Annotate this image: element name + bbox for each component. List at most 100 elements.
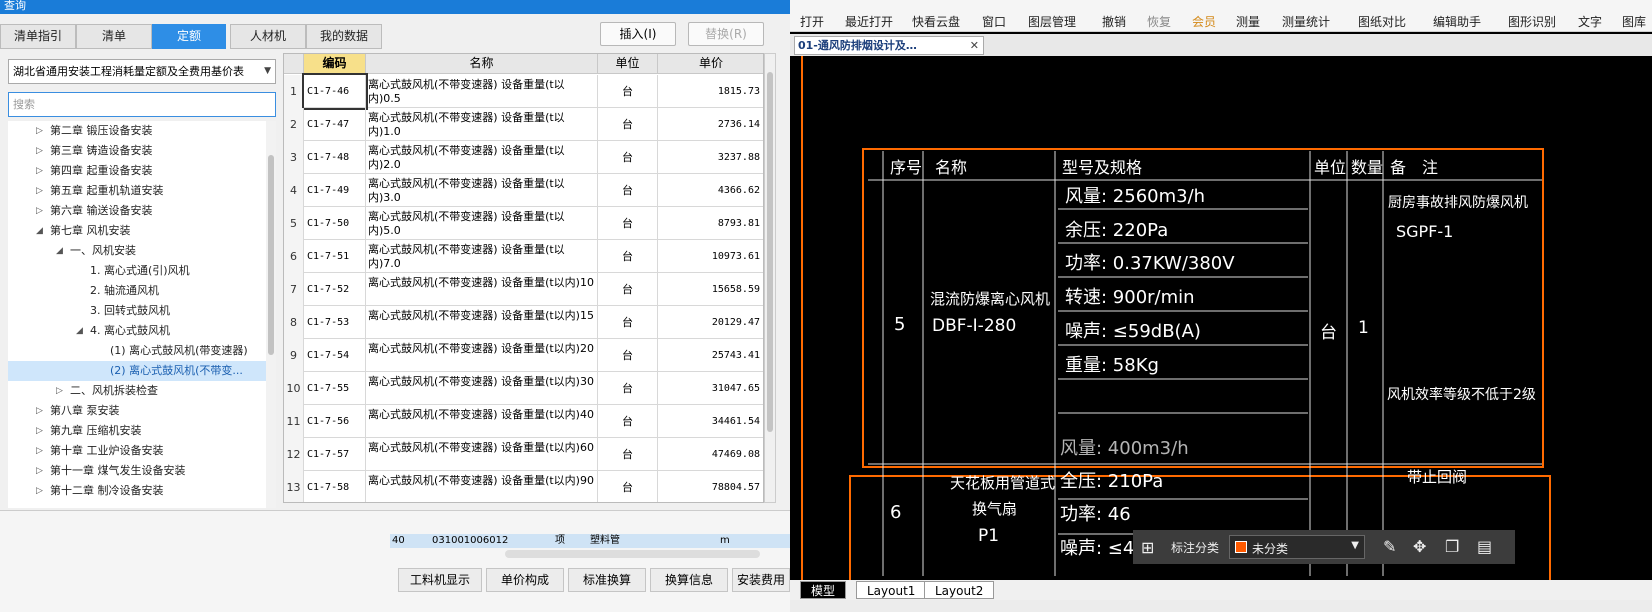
row6-seq: 6	[890, 502, 902, 523]
tab-price-composition[interactable]: 单价构成	[486, 568, 564, 592]
tab-model[interactable]: 模型	[800, 581, 847, 599]
quota-unit: 台	[598, 372, 658, 405]
table-row[interactable]: 10 C1-7-55 离心式鼓风机(不带变速器) 设备重量(t以内)30 台 31047…	[284, 372, 763, 405]
table-row[interactable]: 4 C1-7-49 离心式鼓风机(不带变速器) 设备重量(t以内)3.0 台 4366.…	[284, 174, 763, 207]
quota-unit: 台	[598, 141, 658, 174]
tab-list[interactable]: 清单	[76, 24, 152, 49]
grid-menu-icon[interactable]: ⊞	[1141, 538, 1154, 557]
tree-item-ch3[interactable]: ▷ 第三章 铸造设备安装	[8, 141, 266, 161]
copy-icon[interactable]: ❐	[1445, 537, 1459, 556]
drawing-tab-label: 01-通风防排烟设计及…	[798, 39, 917, 52]
insert-button[interactable]: 插入(I)	[600, 22, 676, 46]
tree-item-ch12[interactable]: ▷ 第十二章 制冷设备安装	[8, 481, 266, 501]
close-icon[interactable]: ✕	[970, 37, 979, 54]
move-icon[interactable]: ✥	[1413, 537, 1426, 556]
paste-icon[interactable]: ▤	[1477, 537, 1492, 556]
drawing-canvas[interactable]: 序号 名称 型号及规格 单位 数量 备 注 5 混流防爆离心风机 DBF-I-2…	[790, 56, 1652, 580]
chevron-right-icon: ▷	[36, 406, 43, 416]
tree-item-with-gearbox[interactable]: (1) 离心式鼓风机(带变速器)	[8, 341, 266, 361]
scroll-thumb[interactable]	[767, 72, 773, 432]
window-button[interactable]: 窗口	[982, 13, 1006, 30]
grid-header-price[interactable]: 单价	[658, 54, 763, 74]
header-name: 名称	[935, 158, 968, 177]
measure-stats-button[interactable]: 测量统计	[1282, 13, 1330, 30]
layers-button[interactable]: 图层管理	[1028, 13, 1076, 30]
tree-item-ch9[interactable]: ▷ 第九章 压缩机安装	[8, 421, 266, 441]
row-measure: m	[720, 535, 730, 546]
drawing-lines	[801, 56, 1551, 580]
tab-standard-conversion[interactable]: 标准换算	[568, 568, 646, 592]
table-row[interactable]: 5 C1-7-50 离心式鼓风机(不带变速器) 设备重量(t以内)5.0 台 8793.…	[284, 207, 763, 240]
vip-button[interactable]: 会员	[1192, 13, 1216, 30]
recent-button[interactable]: 最近打开	[845, 13, 893, 30]
horizontal-scrollbar[interactable]	[505, 550, 760, 558]
library-select[interactable]: 湖北省通用安装工程消耗量定额及全费用基价表 ▼	[8, 59, 276, 84]
tree-scrollbar[interactable]	[266, 121, 276, 508]
quota-code: C1-7-54	[304, 339, 366, 372]
tree-item-ch5[interactable]: ▷ 第五章 起重机轨道安装	[8, 181, 266, 201]
drawing-tab[interactable]: 01-通风防排烟设计及… ✕	[794, 36, 984, 55]
replace-button[interactable]: 替换(R)	[688, 22, 764, 46]
tab-mydata[interactable]: 我的数据	[306, 24, 382, 49]
search-input[interactable]: 搜索	[8, 92, 276, 117]
undo-button[interactable]: 撤销	[1102, 13, 1126, 30]
quota-price: 31047.65	[658, 372, 763, 405]
tree-item-ch11[interactable]: ▷ 第十一章 煤气发生设备安装	[8, 461, 266, 481]
open-button[interactable]: 打开	[800, 13, 824, 30]
tree-item-centrifugal-blower[interactable]: ◢ 4. 离心式鼓风机	[8, 321, 266, 341]
table-row[interactable]: 3 C1-7-48 离心式鼓风机(不带变速器) 设备重量(t以内)2.0 台 3237.…	[284, 141, 763, 174]
tree-item-ch6[interactable]: ▷ 第六章 输送设备安装	[8, 201, 266, 221]
redo-button[interactable]: 恢复	[1147, 13, 1171, 30]
library-button[interactable]: 图库	[1622, 13, 1646, 30]
edit-helper-button[interactable]: 编辑助手	[1433, 13, 1481, 30]
table-row[interactable]: 13 C1-7-58 离心式鼓风机(不带变速器) 设备重量(t以内)90 台 78804…	[284, 471, 763, 502]
table-row[interactable]: 6 C1-7-51 离心式鼓风机(不带变速器) 设备重量(t以内)7.0 台 10973…	[284, 240, 763, 273]
quota-unit: 台	[598, 75, 658, 108]
table-row[interactable]: 2 C1-7-47 离心式鼓风机(不带变速器) 设备重量(t以内)1.0 台 2736.…	[284, 108, 763, 141]
tree-item-label: 第七章 风机安装	[50, 224, 131, 237]
tree-item-ch8[interactable]: ▷ 第八章 泵安装	[8, 401, 266, 421]
edit-icon[interactable]: ✎	[1383, 537, 1396, 556]
tree-item-ch10[interactable]: ▷ 第十章 工业炉设备安装	[8, 441, 266, 461]
lower-panel	[0, 510, 790, 612]
quota-code: C1-7-51	[304, 240, 366, 273]
compare-button[interactable]: 图纸对比	[1358, 13, 1406, 30]
tab-quota[interactable]: 定额	[152, 24, 226, 49]
tree-item-ch4[interactable]: ▷ 第四章 起重设备安装	[8, 161, 266, 181]
recognize-button[interactable]: 图形识别	[1508, 13, 1556, 30]
grid-header-name[interactable]: 名称	[366, 54, 598, 74]
row5-spec-noise: 噪声: ≤59dB(A)	[1065, 321, 1201, 342]
tree-item-ch7[interactable]: ◢ 第七章 风机安装	[8, 221, 266, 241]
tree-item-ch2[interactable]: ▷ 第二章 锻压设备安装	[8, 121, 266, 141]
tree-item-fan-install[interactable]: ◢ 一、风机安装	[8, 241, 266, 261]
grid-header-code[interactable]: 编码	[304, 54, 366, 74]
table-row[interactable]: 8 C1-7-53 离心式鼓风机(不带变速器) 设备重量(t以内)15 台 20129.…	[284, 306, 763, 339]
measure-button[interactable]: 测量	[1236, 13, 1260, 30]
table-row[interactable]: 1 C1-7-46 离心式鼓风机(不带变速器) 设备重量(t以内)0.5 台 1815.…	[284, 73, 763, 110]
quota-name: 离心式鼓风机(不带变速器) 设备重量(t以内)15	[366, 306, 598, 339]
tab-layout1[interactable]: Layout1	[856, 581, 927, 599]
tree-item-without-gearbox[interactable]: (2) 离心式鼓风机(不带变...	[8, 361, 266, 381]
grid-scrollbar[interactable]	[764, 53, 776, 503]
tab-guide[interactable]: 清单指引	[0, 24, 76, 49]
table-row[interactable]: 12 C1-7-57 离心式鼓风机(不带变速器) 设备重量(t以内)60 台 47469…	[284, 438, 763, 471]
table-row[interactable]: 7 C1-7-52 离心式鼓风机(不带变速器) 设备重量(t以内)10 台 15658.…	[284, 273, 763, 306]
scroll-thumb[interactable]	[268, 155, 274, 355]
tree-item-fan-inspect[interactable]: ▷ 二、风机拆装检查	[8, 381, 266, 401]
table-row[interactable]: 40 031001006012 项 塑料管 m	[390, 534, 790, 548]
tree-item-label: 第三章 铸造设备安装	[50, 144, 153, 157]
tree-item-axial-fan[interactable]: 2. 轴流通风机	[8, 281, 266, 301]
tab-conversion-info[interactable]: 换算信息	[650, 568, 728, 592]
table-row[interactable]: 9 C1-7-54 离心式鼓风机(不带变速器) 设备重量(t以内)20 台 25743.…	[284, 339, 763, 372]
annotation-category-select[interactable]: 未分类 ▼	[1229, 535, 1365, 559]
grid-header-unit[interactable]: 单位	[598, 54, 658, 74]
tab-install-fee[interactable]: 安装费用	[732, 568, 790, 592]
table-row[interactable]: 11 C1-7-56 离心式鼓风机(不带变速器) 设备重量(t以内)40 台 34461…	[284, 405, 763, 438]
tab-labor-material[interactable]: 工料机显示	[398, 568, 482, 592]
tree-item-rotary-blower[interactable]: 3. 回转式鼓风机	[8, 301, 266, 321]
tab-material[interactable]: 人材机	[230, 24, 306, 49]
cloud-button[interactable]: 快看云盘	[912, 13, 960, 30]
text-button[interactable]: 文字	[1578, 13, 1602, 30]
tab-layout2[interactable]: Layout2	[924, 581, 995, 599]
tree-item-centrifugal-fan[interactable]: 1. 离心式通(引)风机	[8, 261, 266, 281]
